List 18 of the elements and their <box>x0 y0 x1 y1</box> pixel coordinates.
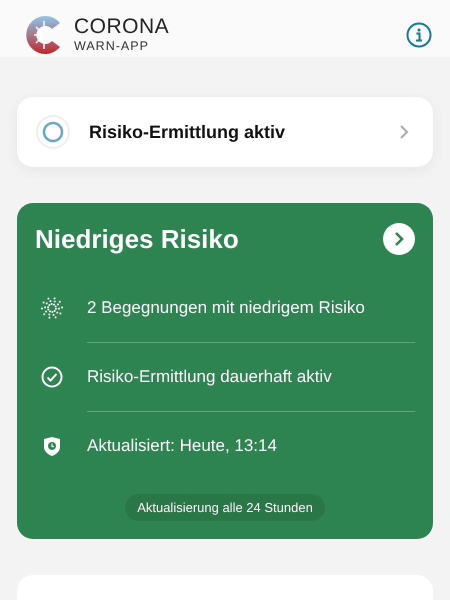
risk-detail-text: Risiko-Ermittlung dauerhaft aktiv <box>87 342 415 412</box>
dots-icon <box>41 296 63 318</box>
chevron-icon <box>399 125 409 139</box>
details-button[interactable] <box>383 223 415 255</box>
check-circle-icon <box>41 366 63 388</box>
risk-detail-text: 2 Begegnungen mit niedrigem Risiko <box>87 296 366 318</box>
update-interval-badge: Aktualisierung alle 24 Stunden <box>125 494 325 521</box>
risk-detail-text: Aktualisiert: Heute, 13:14 <box>87 410 415 480</box>
shield-clock-icon <box>41 434 63 456</box>
status-label: Risiko-Ermittlung aktiv <box>89 122 286 142</box>
risk-card[interactable]: Niedriges Risiko 2 Begegnungen mit niedrigem Risiko Risiko-Ermittlung dauerhaft aktiv Aktualisiert: Heute, 13:14 Aktualisierung alle 24 Stunden <box>17 203 433 539</box>
logo-subtitle: WARN-APP <box>74 38 150 54</box>
risk-title: Niedriges Risiko <box>35 224 239 254</box>
chevron-icon <box>393 232 405 246</box>
logo-title: CORONA <box>74 16 170 38</box>
info-icon[interactable] <box>406 22 432 48</box>
ring-icon <box>35 114 71 150</box>
status-card[interactable]: Risiko-Ermittlung aktiv <box>17 97 433 167</box>
